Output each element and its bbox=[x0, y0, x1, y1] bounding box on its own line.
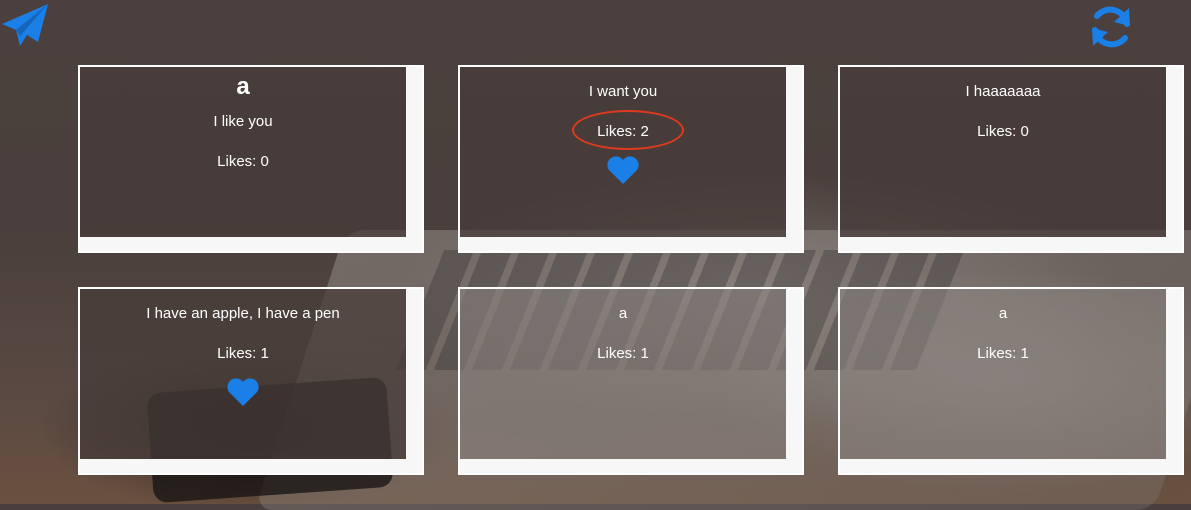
likes-count: Likes: 1 bbox=[217, 345, 269, 362]
horizontal-scrollbar[interactable] bbox=[840, 459, 1182, 473]
vertical-scrollbar[interactable] bbox=[786, 289, 802, 473]
likes-count: Likes: 1 bbox=[977, 345, 1029, 362]
card-message: I have an apple, I have a pen bbox=[146, 305, 340, 322]
likes-count: Likes: 0 bbox=[217, 153, 269, 170]
heart-icon[interactable] bbox=[606, 155, 640, 185]
card-content: I have an apple, I have a pen Likes: 1 bbox=[80, 289, 406, 459]
likes-count: Likes: 0 bbox=[977, 123, 1029, 140]
horizontal-scrollbar[interactable] bbox=[80, 459, 422, 473]
card-content: a Likes: 1 bbox=[460, 289, 786, 459]
message-card: I have an apple, I have a pen Likes: 1 bbox=[78, 287, 424, 475]
horizontal-scrollbar[interactable] bbox=[460, 459, 802, 473]
refresh-icon[interactable] bbox=[1088, 4, 1134, 50]
card-message: a bbox=[618, 305, 628, 322]
message-card: a I like you Likes: 0 bbox=[78, 65, 424, 253]
card-message: I like you bbox=[213, 113, 273, 130]
horizontal-scrollbar[interactable] bbox=[840, 237, 1182, 251]
heart-icon[interactable] bbox=[226, 377, 260, 407]
message-card: a Likes: 1 bbox=[838, 287, 1184, 475]
horizontal-scrollbar[interactable] bbox=[80, 237, 422, 251]
card-content: I want you Likes: 2 bbox=[460, 67, 786, 237]
message-card: a Likes: 1 bbox=[458, 287, 804, 475]
likes-count-wrapper: Likes: 2 bbox=[572, 110, 685, 150]
vertical-scrollbar[interactable] bbox=[1166, 67, 1182, 251]
message-card: I want you Likes: 2 bbox=[458, 65, 804, 253]
annotation-circle bbox=[572, 110, 685, 150]
card-content: a Likes: 1 bbox=[840, 289, 1166, 459]
card-message: I want you bbox=[588, 83, 658, 100]
card-title: a bbox=[236, 73, 250, 100]
vertical-scrollbar[interactable] bbox=[406, 67, 422, 251]
card-content: I haaaaaaa Likes: 0 bbox=[840, 67, 1166, 237]
card-content: a I like you Likes: 0 bbox=[80, 67, 406, 237]
paper-plane-icon[interactable] bbox=[0, 2, 50, 52]
vertical-scrollbar[interactable] bbox=[1166, 289, 1182, 473]
likes-count: Likes: 1 bbox=[597, 345, 649, 362]
message-card: I haaaaaaa Likes: 0 bbox=[838, 65, 1184, 253]
card-message: a bbox=[998, 305, 1008, 322]
vertical-scrollbar[interactable] bbox=[786, 67, 802, 251]
card-message: I haaaaaaa bbox=[965, 83, 1041, 100]
horizontal-scrollbar[interactable] bbox=[460, 237, 802, 251]
vertical-scrollbar[interactable] bbox=[406, 289, 422, 473]
